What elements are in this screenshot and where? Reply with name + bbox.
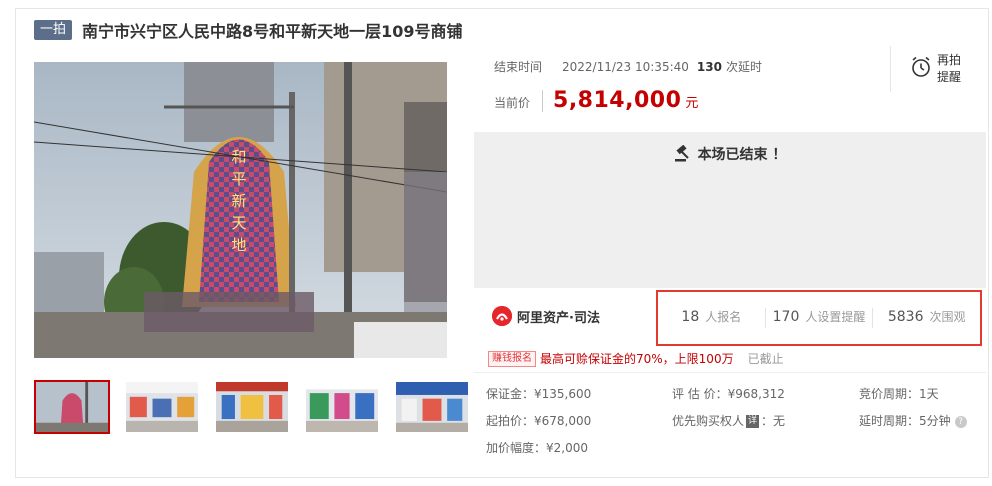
end-time-value: 2022/11/23 10:35:40 (562, 59, 689, 74)
priority-buyer: 优先购买权人详：无 (672, 412, 785, 429)
delay-suffix: 次延时 (725, 60, 762, 74)
thumbnail-image (36, 382, 108, 432)
end-time-row: 结束时间 2022/11/23 10:35:40 130 次延时 (494, 58, 762, 75)
help-icon[interactable]: ? (954, 415, 967, 428)
bid-increment: 加价幅度：¥2,000 (486, 441, 588, 455)
financing-status: 已截止 (747, 352, 784, 366)
auction-details: 保证金：¥135,600 起拍价：¥678,000 加价幅度：¥2,000 评 … (474, 372, 986, 468)
svg-text:新: 新 (231, 192, 246, 210)
thumbnail-3[interactable] (214, 380, 290, 434)
bidding-cycle: 竞价周期：1天 (859, 387, 939, 401)
stat-views: 5836 次围观 (873, 308, 980, 328)
relist-reminder-line2: 提醒 (937, 70, 962, 84)
stat-label: 人报名 (705, 310, 742, 324)
thumbnail-image (306, 382, 378, 432)
stat-reminders: 170 人设置提醒 (766, 308, 874, 328)
stat-registered: 18 人报名 (658, 308, 766, 328)
thumbnail-2[interactable] (124, 380, 200, 434)
financing-badge: 赚钱报名 (488, 350, 536, 367)
title-row: 一拍 南宁市兴宁区人民中路8号和平新天地一层109号商铺 (34, 18, 463, 42)
building-photo: 和 平 新 天 地 (34, 62, 447, 358)
delay-cycle-row: 延时周期：5分钟? (859, 412, 967, 429)
thumbnail-5[interactable] (394, 380, 470, 434)
thumbnail-strip (34, 380, 484, 434)
thumbnail-1[interactable] (34, 380, 110, 434)
gavel-icon (674, 145, 689, 162)
relist-reminder-button[interactable]: 再拍 提醒 (890, 46, 984, 92)
current-price-row: 当前价 5,814,000 元 (494, 88, 698, 113)
page-title: 南宁市兴宁区人民中路8号和平新天地一层109号商铺 (82, 22, 463, 41)
round-tag: 一拍 (34, 20, 73, 40)
alarm-clock-icon (909, 55, 933, 83)
current-price: 5,814,000 (553, 88, 682, 113)
auction-ended-text: 本场已结束 ！ (697, 147, 787, 163)
thumbnail-image (126, 382, 198, 432)
ali-logo-icon (492, 306, 512, 326)
stats-box: 18 人报名 170 人设置提醒 5836 次围观 (656, 290, 982, 346)
stat-number: 5836 (887, 309, 924, 325)
thumbnail-4[interactable] (304, 380, 380, 434)
delay-cycle: 延时周期：5分钟 (859, 414, 951, 428)
price-divider (542, 89, 544, 112)
appraisal-price: 评 估 价：¥968,312 (672, 387, 785, 401)
delay-count: 130 (696, 59, 722, 74)
current-price-label: 当前价 (494, 96, 531, 110)
thumbnail-image (396, 382, 468, 432)
priority-buyer-value: ：无 (761, 414, 786, 428)
price-unit: 元 (685, 96, 699, 111)
stat-number: 18 (681, 309, 700, 325)
relist-reminder-line1: 再拍 (937, 53, 962, 67)
priority-detail-badge[interactable]: 详 (746, 415, 760, 428)
financing-notice: 赚钱报名 最高可赊保证金的70%，上限100万 已截止 (488, 350, 784, 367)
auction-ended-area: 本场已结束 ！ (474, 132, 986, 288)
stat-label: 人设置提醒 (805, 310, 866, 324)
relist-reminder-label: 再拍 提醒 (937, 52, 961, 86)
main-photo[interactable]: 和 平 新 天 地 (34, 62, 447, 358)
svg-text:天: 天 (231, 214, 246, 232)
priority-buyer-label: 优先购买权人 (672, 414, 745, 428)
deposit: 保证金：¥135,600 (486, 387, 592, 401)
stat-number: 170 (772, 309, 800, 325)
stats-row: 阿里资产·司法 18 人报名 170 人设置提醒 5836 次围观 (474, 288, 986, 346)
end-time-label: 结束时间 (494, 60, 543, 74)
brand-name: 阿里资产·司法 (517, 310, 600, 326)
thumbnail-image (216, 382, 288, 432)
stat-label: 次围观 (929, 310, 966, 324)
svg-text:地: 地 (231, 236, 246, 254)
financing-text[interactable]: 最高可赊保证金的70%，上限100万 (540, 350, 734, 367)
brand: 阿里资产·司法 (492, 306, 600, 326)
auction-ended-message: 本场已结束 ！ (474, 144, 986, 164)
start-price: 起拍价：¥678,000 (486, 414, 592, 428)
svg-text:平: 平 (231, 170, 246, 188)
